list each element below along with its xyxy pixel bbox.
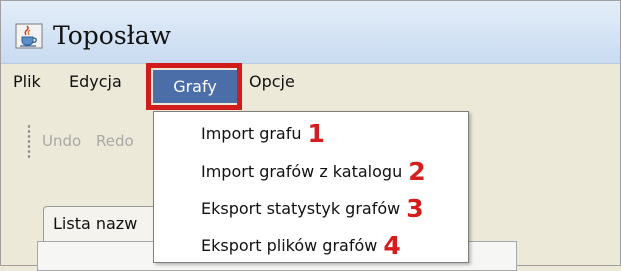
menu-item-import-grafu[interactable]: Import grafu 1 <box>201 114 466 152</box>
menu-grafy[interactable]: Grafy <box>153 70 237 103</box>
app-window: Toposław Plik Edycja Grafy Opcje Undo Re… <box>0 0 621 271</box>
undo-button[interactable]: Undo <box>42 132 81 150</box>
annotation-number: 4 <box>383 230 401 260</box>
menu-item-import-grafow-z-katalogu[interactable]: Import grafów z katalogu 2 <box>201 152 466 190</box>
menu-item-eksport-statystyk-grafow[interactable]: Eksport statystyk grafów 3 <box>201 189 466 227</box>
menu-item-label: Eksport plików grafów <box>201 235 378 255</box>
menu-plik[interactable]: Plik <box>13 72 41 91</box>
annotation-number: 3 <box>406 193 424 223</box>
annotation-number: 1 <box>307 118 325 148</box>
title-bar: Toposław <box>1 1 620 64</box>
menu-item-eksport-plikow-grafow[interactable]: Eksport plików grafów 4 <box>201 226 466 264</box>
menu-item-label: Import grafu <box>201 123 302 143</box>
menu-opcje[interactable]: Opcje <box>249 72 295 91</box>
tab-label: Lista nazw <box>53 214 138 233</box>
menu-edycja[interactable]: Edycja <box>69 72 122 91</box>
redo-button[interactable]: Redo <box>96 132 134 150</box>
menu-item-label: Eksport statystyk grafów <box>201 198 401 218</box>
annotation-number: 2 <box>408 156 426 186</box>
toolbar-grip-handle[interactable] <box>27 124 31 158</box>
window-title: Toposław <box>53 21 172 50</box>
java-cup-icon <box>15 23 43 49</box>
menu-item-label: Import grafów z katalogu <box>201 161 403 181</box>
grafy-dropdown-menu: Import grafu 1 Import grafów z katalogu … <box>153 111 469 263</box>
